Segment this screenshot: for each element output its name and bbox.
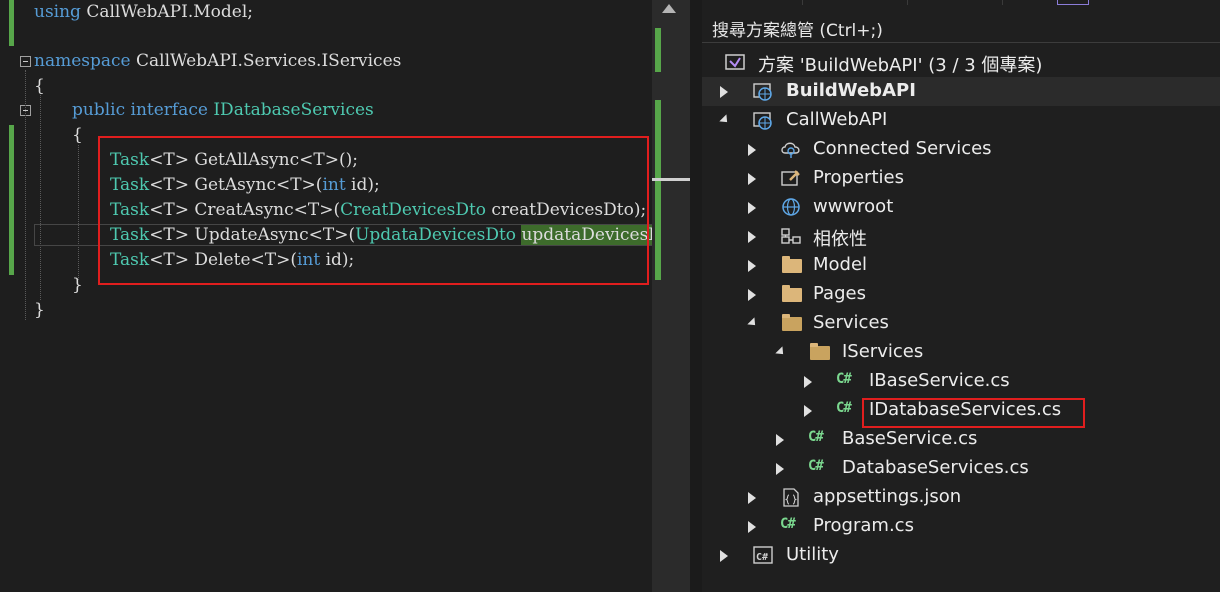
code-line-brace[interactable]: } [34, 298, 45, 323]
expand-icon[interactable] [748, 521, 756, 533]
code-line-interface[interactable]: public interface IDatabaseServices [72, 98, 374, 123]
scrollbar-caret-marker[interactable] [652, 178, 690, 181]
change-marker [9, 125, 14, 275]
expand-icon[interactable] [776, 434, 784, 446]
tree-item-services[interactable]: Services [702, 309, 1220, 338]
annotation-box-methods [98, 136, 649, 285]
tree-item-ibaseservice[interactable]: C# IBaseService.cs [702, 367, 1220, 396]
properties-icon [781, 170, 800, 186]
folder-icon [782, 285, 802, 302]
csharp-file-icon: C# [836, 371, 852, 387]
indent-guide [40, 95, 41, 300]
tree-item-buildwebapi[interactable]: BuildWebAPI [702, 77, 1220, 106]
globe-icon [782, 198, 800, 216]
expand-icon[interactable] [748, 260, 756, 272]
toolbar-separator [1002, 0, 1003, 5]
csharp-project-icon: C# [753, 546, 773, 564]
collapse-icon[interactable] [747, 317, 759, 329]
expand-icon[interactable] [720, 86, 728, 98]
toolbar-strip [702, 0, 1220, 8]
tree-item-program[interactable]: C# Program.cs [702, 512, 1220, 541]
folder-open-icon [810, 343, 830, 360]
outline-guide [25, 70, 26, 320]
code-line-namespace[interactable]: namespace CallWebAPI.Services.IServices [34, 49, 401, 74]
expand-icon[interactable] [748, 202, 756, 214]
toolbar-separator [802, 0, 803, 5]
expand-icon[interactable] [748, 144, 756, 156]
tree-item-callwebapi[interactable]: CallWebAPI [702, 106, 1220, 135]
search-box[interactable]: 搜尋方案總管 (Ctrl+;) [702, 10, 1220, 43]
expand-icon[interactable] [748, 289, 756, 301]
indent-guide [78, 145, 79, 280]
tree-item-appsettings[interactable]: appsettings.json [702, 483, 1220, 512]
change-marker [9, 0, 14, 46]
web-project-icon [753, 83, 772, 101]
connected-services-icon [781, 142, 800, 158]
code-editor[interactable]: using CallWebAPI.Model; namespace CallWe… [0, 0, 652, 592]
splitter[interactable] [690, 0, 702, 592]
solution-explorer: 搜尋方案總管 (Ctrl+;) 方案 'BuildWebAPI' (3 / 3 … [702, 0, 1220, 592]
code-line-brace[interactable]: } [72, 273, 83, 298]
json-file-icon [783, 488, 799, 507]
tree-item-solution[interactable]: 方案 'BuildWebAPI' (3 / 3 個專案) [702, 48, 1220, 77]
expand-icon[interactable] [748, 231, 756, 243]
scroll-up-icon[interactable] [662, 4, 676, 13]
tree-item-connected-services[interactable]: Connected Services [702, 135, 1220, 164]
tree-item-model[interactable]: Model [702, 251, 1220, 280]
csharp-file-icon: C# [780, 516, 796, 532]
expand-icon[interactable] [776, 463, 784, 475]
web-project-icon [753, 112, 772, 130]
expand-icon[interactable] [720, 550, 728, 562]
expand-icon[interactable] [748, 492, 756, 504]
tree-item-baseservice[interactable]: C# BaseService.cs [702, 425, 1220, 454]
tree-item-iservices[interactable]: IServices [702, 338, 1220, 367]
active-tool-button[interactable] [1057, 0, 1089, 5]
code-line-using[interactable]: using CallWebAPI.Model; [34, 0, 253, 25]
folder-icon [782, 256, 802, 273]
scrollbar-change-marker [655, 100, 661, 280]
collapse-icon[interactable] [719, 114, 731, 126]
solution-icon [725, 54, 745, 70]
tree-item-wwwroot[interactable]: wwwroot [702, 193, 1220, 222]
tree-item-dependencies[interactable]: 相依性 [702, 222, 1220, 251]
expand-icon[interactable] [748, 173, 756, 185]
code-line-brace[interactable]: { [72, 123, 83, 148]
tree-item-pages[interactable]: Pages [702, 280, 1220, 309]
collapse-icon[interactable] [775, 346, 787, 358]
csharp-file-icon: C# [836, 400, 852, 416]
csharp-file-icon: C# [808, 458, 824, 474]
search-placeholder: 搜尋方案總管 (Ctrl+;) [712, 21, 883, 41]
svg-text:C#: C# [756, 552, 768, 563]
scrollbar-change-marker [655, 28, 661, 72]
editor-scrollbar[interactable] [652, 0, 690, 592]
expand-icon[interactable] [804, 405, 812, 417]
collapse-namespace-icon[interactable] [20, 56, 31, 67]
dependencies-icon [781, 228, 801, 244]
tree-item-databaseservices[interactable]: C# DatabaseServices.cs [702, 454, 1220, 483]
tree-item-properties[interactable]: Properties [702, 164, 1220, 193]
toolbar-separator [907, 0, 908, 5]
tree-item-utility[interactable]: C# Utility [702, 541, 1220, 570]
csharp-file-icon: C# [808, 429, 824, 445]
folder-open-icon [782, 314, 802, 331]
expand-icon[interactable] [804, 376, 812, 388]
annotation-box-file [862, 398, 1085, 428]
code-line-brace[interactable]: { [34, 74, 45, 99]
